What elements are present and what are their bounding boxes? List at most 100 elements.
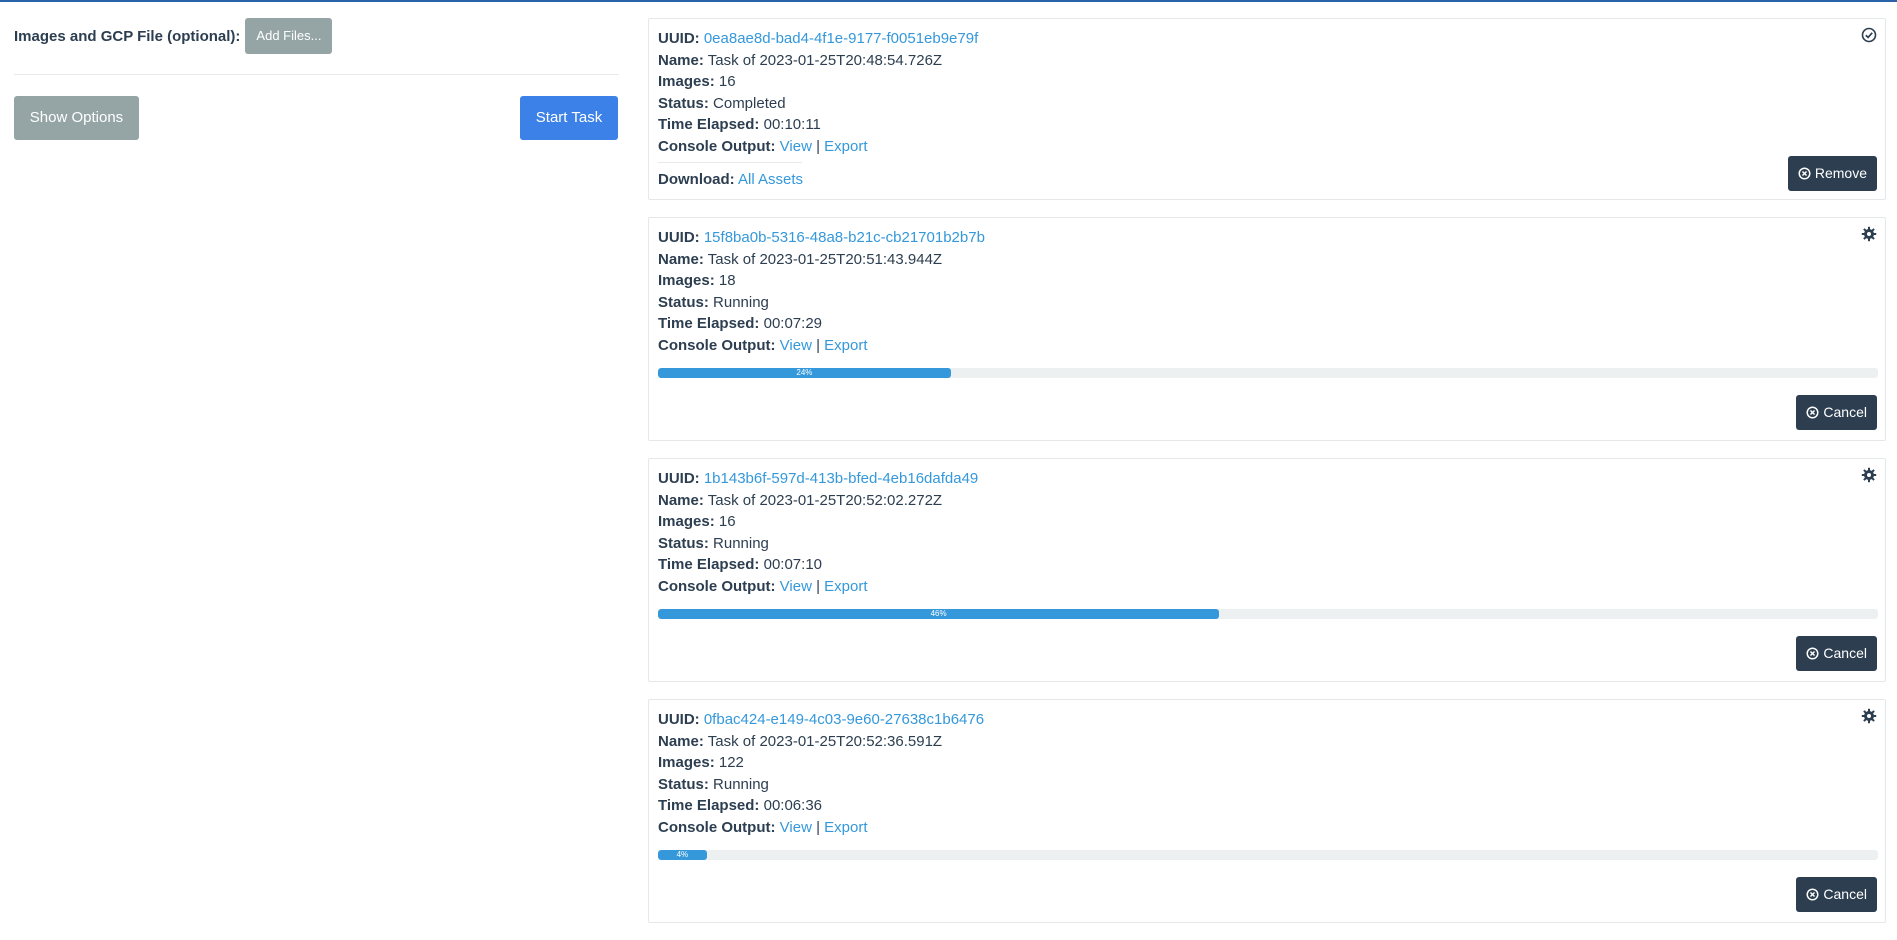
- task-time-row: Time Elapsed: 00:07:29: [658, 313, 1876, 335]
- task-card: UUID: 15f8ba0b-5316-48a8-b21c-cb21701b2b…: [648, 217, 1886, 441]
- task-status-row: Status: Completed: [658, 93, 1876, 115]
- task-time-row: Time Elapsed: 00:10:11: [658, 114, 1876, 136]
- task-time-elapsed: 00:07:10: [763, 556, 822, 573]
- task-uuid-row: UUID: 1b143b6f-597d-413b-bfed-4eb16dafda…: [658, 468, 1876, 490]
- link-separator: |: [816, 137, 820, 155]
- console-view-link[interactable]: View: [780, 337, 812, 354]
- uuid-label: UUID:: [658, 470, 700, 487]
- console-export-link[interactable]: Export: [824, 578, 867, 595]
- task-list: UUID: 0ea8ae8d-bad4-4f1e-9177-f0051eb9e7…: [648, 18, 1886, 940]
- name-label: Name:: [658, 250, 704, 268]
- task-status-row: Status: Running: [658, 533, 1876, 555]
- task-card: UUID: 0fbac424-e149-4c03-9e60-27638c1b64…: [648, 699, 1886, 923]
- task-images-count: 16: [718, 73, 736, 90]
- cancel-button-label: Cancel: [1823, 404, 1867, 420]
- times-circle-icon: [1806, 647, 1819, 660]
- task-images-row: Images: 16: [658, 511, 1876, 533]
- task-status: Completed: [713, 94, 786, 112]
- task-time-row: Time Elapsed: 00:07:10: [658, 554, 1876, 576]
- progress-fill: 46%: [658, 609, 1220, 619]
- task-uuid-link[interactable]: 0ea8ae8d-bad4-4f1e-9177-f0051eb9e79f: [704, 30, 978, 47]
- console-output-label: Console Output:: [658, 336, 776, 354]
- task-card: UUID: 0ea8ae8d-bad4-4f1e-9177-f0051eb9e7…: [648, 18, 1886, 200]
- images-label: Images:: [658, 272, 715, 289]
- divider: [14, 74, 619, 75]
- task-images-row: Images: 18: [658, 270, 1876, 292]
- download-all-assets-link[interactable]: All Assets: [738, 171, 803, 188]
- name-label: Name:: [658, 491, 704, 509]
- remove-button-label: Remove: [1814, 165, 1867, 181]
- remove-button[interactable]: Remove: [1787, 156, 1877, 191]
- status-label: Status:: [658, 534, 709, 552]
- times-circle-icon: [1798, 167, 1811, 180]
- cancel-button-label: Cancel: [1823, 886, 1867, 902]
- console-output-row: Console Output: View | Export: [658, 576, 1876, 598]
- task-uuid-link[interactable]: 0fbac424-e149-4c03-9e60-27638c1b6476: [704, 711, 984, 728]
- task-time-elapsed: 00:10:11: [763, 116, 821, 133]
- task-images-row: Images: 16: [658, 71, 1876, 93]
- gear-icon[interactable]: [1861, 226, 1877, 242]
- action-row: Show Options Start Task: [14, 96, 619, 140]
- console-output-row: Console Output: View | Export: [658, 335, 1876, 357]
- gear-icon[interactable]: [1861, 708, 1877, 724]
- console-view-link[interactable]: View: [780, 578, 812, 595]
- times-circle-icon: [1806, 888, 1819, 901]
- console-output-label: Console Output:: [658, 818, 776, 836]
- progress-bar: 46%: [658, 609, 1878, 619]
- divider: [658, 162, 802, 163]
- name-label: Name:: [658, 51, 704, 69]
- task-status-row: Status: Running: [658, 292, 1876, 314]
- progress-fill: 24%: [658, 368, 951, 378]
- task-uuid-row: UUID: 0ea8ae8d-bad4-4f1e-9177-f0051eb9e7…: [658, 28, 1876, 50]
- show-options-button[interactable]: Show Options: [14, 96, 139, 140]
- console-export-link[interactable]: Export: [824, 819, 867, 836]
- link-separator: |: [816, 818, 820, 836]
- uuid-label: UUID:: [658, 229, 700, 246]
- status-label: Status:: [658, 293, 709, 311]
- add-files-button[interactable]: Add Files...: [245, 18, 333, 54]
- task-status: Running: [713, 534, 769, 552]
- top-accent-line: [0, 0, 1897, 2]
- console-output-label: Console Output:: [658, 577, 776, 595]
- time-elapsed-label: Time Elapsed:: [658, 556, 760, 573]
- cancel-button[interactable]: Cancel: [1796, 877, 1877, 912]
- images-label: Images:: [658, 73, 715, 90]
- cancel-button-label: Cancel: [1823, 645, 1867, 661]
- progress-fill: 4%: [658, 850, 707, 860]
- times-circle-icon: [1806, 406, 1819, 419]
- cancel-button[interactable]: Cancel: [1796, 395, 1877, 430]
- console-output-row: Console Output: View | Export: [658, 817, 1876, 839]
- gear-icon[interactable]: [1861, 467, 1877, 483]
- task-name: Task of 2023-01-25T20:48:54.726Z: [707, 51, 943, 69]
- task-images-count: 16: [718, 513, 736, 530]
- console-export-link[interactable]: Export: [824, 337, 867, 354]
- name-label: Name:: [658, 732, 704, 750]
- progress-bar: 4%: [658, 850, 1878, 860]
- console-view-link[interactable]: View: [780, 819, 812, 836]
- cancel-button[interactable]: Cancel: [1796, 636, 1877, 671]
- uuid-label: UUID:: [658, 711, 700, 728]
- images-label: Images:: [658, 754, 715, 771]
- task-time-elapsed: 00:06:36: [763, 797, 822, 814]
- task-status-row: Status: Running: [658, 774, 1876, 796]
- time-elapsed-label: Time Elapsed:: [658, 797, 760, 814]
- task-name-row: Name: Task of 2023-01-25T20:51:43.944Z: [658, 249, 1876, 271]
- task-uuid-link[interactable]: 1b143b6f-597d-413b-bfed-4eb16dafda49: [704, 470, 978, 487]
- images-label: Images:: [658, 513, 715, 530]
- task-images-row: Images: 122: [658, 752, 1876, 774]
- task-name-row: Name: Task of 2023-01-25T20:48:54.726Z: [658, 50, 1876, 72]
- file-upload-row: Images and GCP File (optional): Add File…: [14, 18, 619, 54]
- task-card: UUID: 1b143b6f-597d-413b-bfed-4eb16dafda…: [648, 458, 1886, 682]
- link-separator: |: [816, 336, 820, 354]
- start-task-button[interactable]: Start Task: [520, 96, 618, 140]
- time-elapsed-label: Time Elapsed:: [658, 315, 760, 332]
- task-images-count: 122: [718, 754, 744, 771]
- console-view-link[interactable]: View: [780, 138, 812, 155]
- check-circle-icon[interactable]: [1861, 27, 1877, 43]
- console-export-link[interactable]: Export: [824, 138, 867, 155]
- upload-panel: Images and GCP File (optional): Add File…: [14, 18, 619, 140]
- download-row: Download: All Assets: [658, 169, 1876, 191]
- task-uuid-link[interactable]: 15f8ba0b-5316-48a8-b21c-cb21701b2b7b: [704, 229, 985, 246]
- status-label: Status:: [658, 775, 709, 793]
- time-elapsed-label: Time Elapsed:: [658, 116, 760, 133]
